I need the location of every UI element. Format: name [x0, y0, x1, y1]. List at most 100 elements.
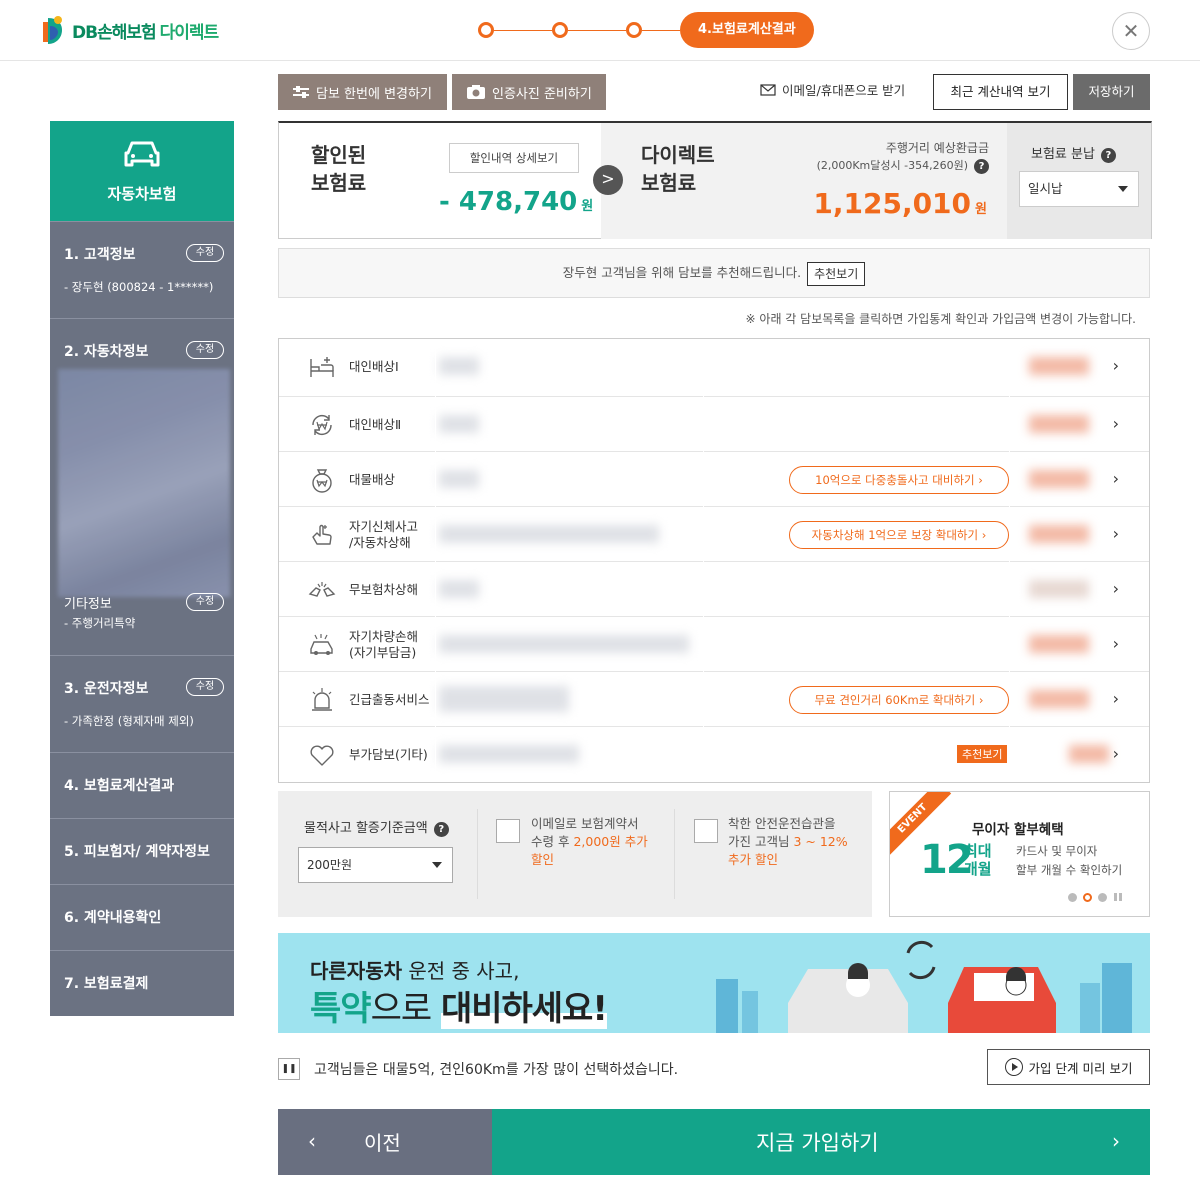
discount-detail-button[interactable]: 할인내역 상세보기	[449, 143, 579, 173]
preview-steps-label: 가입 단계 미리 보기	[1028, 1060, 1133, 1076]
email-phone-label: 이메일/휴대폰으로 받기	[782, 83, 906, 98]
car-damage-icon	[310, 634, 333, 655]
help-icon[interactable]: ?	[1100, 148, 1116, 163]
coverage-name: 긴급출동서비스	[349, 692, 430, 707]
discount-panel: 할인된 보험료 할인내역 상세보기 - 478,740 원	[279, 123, 601, 239]
edit-button[interactable]: 수정	[186, 341, 224, 359]
email-contract-checkbox[interactable]	[496, 819, 520, 843]
installment-panel: 보험료 분납? 일시납	[1007, 123, 1151, 239]
safe-driving-highlight: 3 ~ 12%	[793, 834, 848, 849]
carousel-dot[interactable]	[1098, 892, 1107, 902]
event-unit-2: 개월	[964, 860, 992, 878]
carousel-dot-active[interactable]	[1083, 892, 1092, 902]
banner-illustration	[716, 940, 1132, 1033]
sidebar-item-label: 2. 자동차정보	[64, 344, 149, 360]
coverage-row-bodily-1[interactable]: 대인배상Ⅰ ›	[279, 339, 1149, 394]
sidebar-item-customer[interactable]: 1. 고객정보 수정 - 장두현 (800824 - 1******)	[50, 221, 234, 318]
close-icon[interactable]: ✕	[1112, 12, 1150, 50]
recommend-tag[interactable]: 추천보기	[957, 745, 1008, 763]
coverage-row-property[interactable]: 대물배상 10억으로 다중충돌사고 대비하기 › ›	[279, 451, 1149, 506]
redacted-value	[439, 635, 689, 653]
sidebar-item-driver[interactable]: 3. 운전자정보 수정 - 가족한정 (형제자매 제외)	[50, 655, 234, 752]
bed-icon	[310, 357, 334, 377]
sidebar: 자동차보험 1. 고객정보 수정 - 장두현 (800824 - 1******…	[50, 121, 234, 1016]
coverage-row-bodily-2[interactable]: 대인배상Ⅱ ›	[279, 396, 1149, 451]
email-phone-link[interactable]: 이메일/휴대폰으로 받기	[760, 80, 905, 99]
sidebar-item-contract-confirm[interactable]: 6. 계약내용확인	[50, 884, 234, 950]
sidebar-item-vehicle[interactable]: 2. 자동차정보 수정 기타정보 수정 - 주행거리특약	[50, 318, 234, 655]
logo[interactable]: DB손해보험 다이렉트	[40, 14, 219, 46]
coverage-row-vehicle-damage[interactable]: 자기차량손해 (자기부담금) ›	[279, 616, 1149, 671]
pause-icon[interactable]: ❚❚	[278, 1058, 300, 1080]
options-panel: 물적사고 할증기준금액? 200만원 이메일로 보험계약서 수령 후 2,000…	[278, 791, 872, 917]
redacted-value	[439, 415, 479, 433]
step-2-dot	[552, 22, 568, 38]
sidebar-item-payment[interactable]: 7. 보험료결제	[50, 950, 234, 1016]
premium-summary: 할인된 보험료 할인내역 상세보기 - 478,740 원 다이렉트 보험료 주행…	[278, 121, 1152, 239]
chevron-down-icon	[1118, 186, 1128, 192]
crash-icon	[308, 582, 336, 597]
redacted-value	[439, 580, 479, 598]
installment-select[interactable]: 일시납	[1019, 171, 1139, 207]
help-icon[interactable]: ?	[974, 159, 989, 174]
coverage-name: 자기신체사고/자동차상해	[349, 519, 418, 551]
mail-icon	[760, 83, 776, 96]
redacted-amount	[1029, 415, 1089, 433]
chevron-right-icon: ›	[1112, 689, 1119, 708]
prev-label: 이전	[364, 1131, 401, 1155]
arrow-right-icon: >	[593, 165, 623, 195]
direct-amount: 1,125,010 원	[813, 187, 987, 220]
preview-steps-button[interactable]: 가입 단계 미리 보기	[987, 1049, 1150, 1085]
upgrade-property-button[interactable]: 10억으로 다중충돌사고 대비하기 ›	[789, 466, 1009, 494]
safe-driving-line2: 가진 고객님	[728, 834, 794, 849]
active-step-label: 4.보험료계산결과	[680, 12, 814, 48]
logo-text: DB손해보험	[72, 22, 157, 43]
coverage-row-additional[interactable]: 부가담보(기타) 추천보기 ›	[279, 726, 1149, 781]
play-icon	[1004, 1058, 1023, 1076]
discount-value: - 478,740	[439, 187, 578, 217]
hand-icon	[312, 524, 332, 545]
join-now-label: 지금 가입하기	[756, 1131, 879, 1155]
prepare-photo-label: 인증사진 준비하기	[492, 86, 592, 102]
popular-choice-message: 고객님들은 대물5억, 견인60Km를 가장 많이 선택하셨습니다.	[314, 1062, 679, 1078]
sidebar-item-insured[interactable]: 5. 피보험자/ 계약자정보	[50, 818, 234, 884]
banner-line2-bold: 대비하세요!	[440, 989, 608, 1029]
promo-banner[interactable]: 다른자동차 운전 중 사고, 특약으로 대비하세요!	[278, 933, 1150, 1033]
coverage-row-self-injury[interactable]: 자기신체사고/자동차상해 자동차상해 1억으로 보장 확대하기 › ›	[279, 506, 1149, 561]
change-coverage-button[interactable]: 담보 한번에 변경하기	[278, 74, 447, 110]
help-icon[interactable]: ?	[433, 822, 449, 837]
prev-button[interactable]: ‹ 이전	[278, 1109, 492, 1175]
edit-button[interactable]: 수정	[186, 678, 224, 696]
coverage-name: 대인배상Ⅰ	[349, 359, 399, 374]
redacted-value	[439, 470, 479, 488]
edit-button[interactable]: 수정	[186, 593, 224, 611]
event-box[interactable]: EVENT 무이자 할부혜택 12 최대 개월 카드사 및 무이자 할부 개월 수 …	[889, 791, 1150, 917]
upgrade-towing-button[interactable]: 무료 견인거리 60Km로 확대하기 ›	[789, 686, 1009, 714]
safe-driving-line3: 추가 할인	[728, 852, 778, 867]
sidebar-item-premium-result[interactable]: 4. 보험료계산결과	[50, 752, 234, 818]
redacted-value	[439, 745, 579, 763]
sidebar-header: 자동차보험	[50, 121, 234, 221]
join-now-button[interactable]: 지금 가입하기 ›	[492, 1109, 1150, 1175]
coverage-row-uninsured[interactable]: 무보험차상해 ›	[279, 561, 1149, 616]
recommend-text: 장두현 고객님을 위해 담보를 추천해드립니다.	[562, 265, 802, 280]
carousel-dots	[1068, 892, 1123, 902]
redacted-amount	[1029, 357, 1089, 375]
upgrade-injury-button[interactable]: 자동차상해 1억으로 보장 확대하기 ›	[789, 521, 1009, 549]
carousel-dot[interactable]	[1068, 892, 1077, 902]
chevron-right-icon: ›	[1112, 414, 1119, 433]
pause-icon[interactable]	[1113, 892, 1123, 902]
coverage-row-emergency[interactable]: 긴급출동서비스 무료 견인거리 60Km로 확대하기 › ›	[279, 671, 1149, 726]
chevron-right-icon: ›	[1112, 469, 1119, 488]
column-divider	[1009, 339, 1010, 782]
redacted-amount	[1029, 690, 1089, 708]
edit-button[interactable]: 수정	[186, 244, 224, 262]
save-button[interactable]: 저장하기	[1073, 74, 1150, 110]
direct-title-2: 보험료	[641, 171, 697, 195]
property-threshold-select[interactable]: 200만원	[298, 847, 453, 883]
recent-calc-button[interactable]: 최근 계산내역 보기	[933, 74, 1068, 110]
recommend-button[interactable]: 추천보기	[807, 261, 866, 286]
safe-driving-checkbox[interactable]	[694, 819, 718, 843]
column-divider	[435, 339, 436, 782]
prepare-photo-button[interactable]: 인증사진 준비하기	[452, 74, 606, 110]
